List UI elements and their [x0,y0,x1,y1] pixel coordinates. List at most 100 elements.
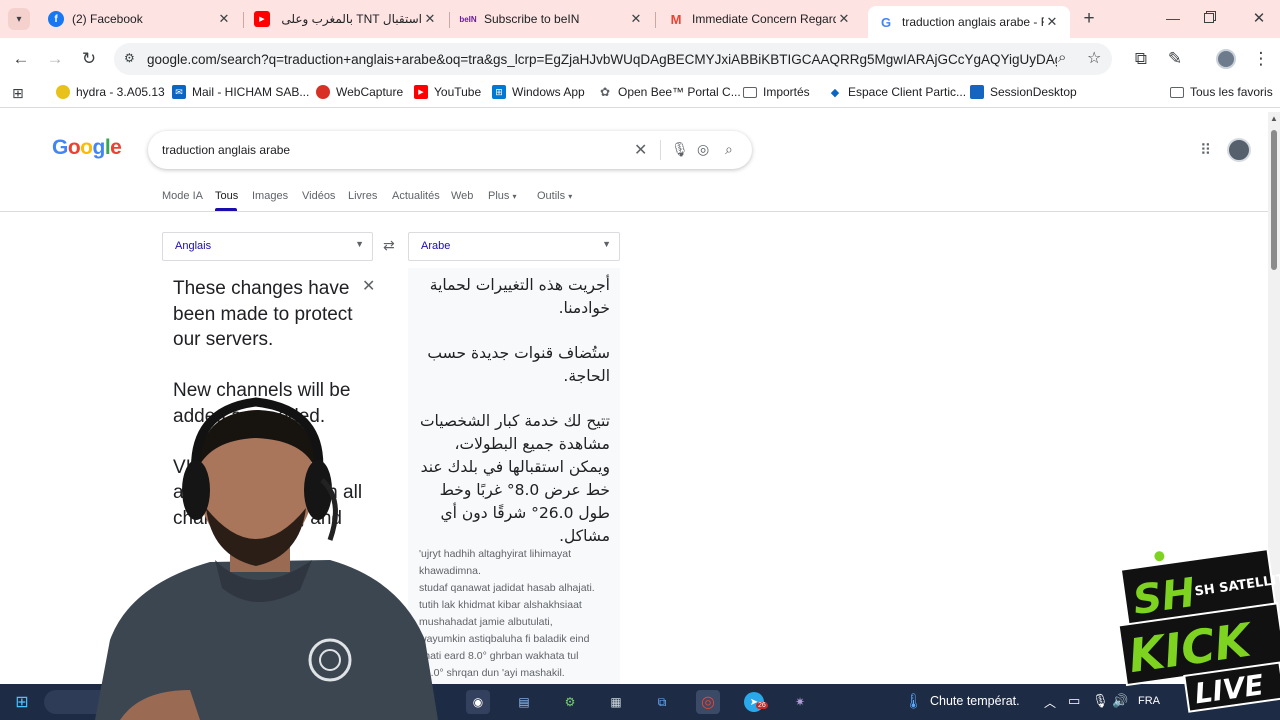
star-icon[interactable]: ☆ [1087,48,1101,68]
bookmark-mail[interactable]: ✉ Mail - HICHAM SAB... [172,85,309,99]
bookmark-webcapture[interactable]: WebCapture [316,85,403,99]
taskbar-app[interactable]: ⚙ [558,690,582,714]
input-language[interactable]: FRA [1138,695,1160,707]
calculator-icon: ▦ [610,695,622,709]
tab-videos[interactable]: Vidéos [302,190,335,202]
app-icon: ◉ [472,695,484,709]
google-apps-icon[interactable]: ⠿ [1200,141,1211,159]
microphone-icon[interactable]: 🎙 [1092,693,1109,709]
minimize-button[interactable]: — [1162,8,1184,30]
windows-logo-icon: ⊞ [15,694,29,711]
puzzle-button[interactable]: ✎ [1162,46,1188,72]
taskbar-search-box[interactable]: pour [44,690,174,714]
search-input[interactable]: traduction anglais arabe [162,143,290,157]
windows-taskbar: ⊞ pour ◉ ▤ ⚙ ▦ ⧉ ◎ ➤ 26 ✷ 🌡 Chute tempér… [0,684,1280,720]
app-icon: ▤ [518,695,530,709]
bookmark-folder-importes[interactable]: Importés [743,85,810,99]
close-icon[interactable]: ✕ [422,11,438,27]
tab-web[interactable]: Web [451,190,473,202]
tab-title: Immediate Concern Regardi [692,12,836,26]
tab-search-button[interactable]: ▾ [8,8,30,30]
taskbar-telegram[interactable]: ➤ 26 [742,690,768,714]
youtube-icon: ▶ [254,11,270,27]
profile-avatar[interactable] [1216,49,1236,69]
swap-languages-button[interactable]: ⇄ [383,237,395,254]
source-language-select[interactable]: Anglais ▼ [162,232,373,261]
bookmark-all-favorites[interactable]: Tous les favoris [1170,85,1273,99]
tab-images[interactable]: Images [252,190,288,202]
logo-text: KICK [1125,612,1257,683]
menu-button[interactable]: ⋮ [1248,46,1274,72]
bookmark-youtube[interactable]: ▶ YouTube [414,85,481,99]
plus-icon: + [1083,8,1095,29]
taskbar-chrome[interactable]: ◎ [696,690,720,714]
network-icon[interactable]: ▭ [1068,693,1080,709]
back-button[interactable]: ← [8,46,34,72]
weather-text[interactable]: Chute températ. [930,694,1020,708]
source-text-panel[interactable]: These changes have been made to protect … [162,268,375,688]
scroll-up-icon[interactable]: ▲ [1270,114,1278,123]
page-scrollbar[interactable]: ▲ [1268,112,1280,684]
taskbar-app[interactable]: ▦ [604,690,628,714]
caret-down-icon: ▼ [602,239,611,249]
source-text[interactable]: These changes have been made to protect … [173,276,373,531]
youtube-icon: ▶ [414,85,428,99]
volume-icon[interactable]: 🔊 [1112,693,1128,709]
chevron-up-icon[interactable]: ︿ [1044,694,1056,711]
close-icon[interactable]: ✕ [362,276,375,296]
lens-icon[interactable]: ◎ [697,141,709,158]
zoom-search-icon[interactable]: ⌕ [1058,49,1066,66]
reload-button[interactable]: ↻ [76,46,102,72]
mic-icon[interactable]: 🎙 [671,141,689,158]
tab-actualites[interactable]: Actualités [392,190,440,202]
tab-google-active[interactable]: G traduction anglais arabe - R ✕ [868,6,1070,38]
bookmarks-bar: ⊞ hydra - 3.A05.13 ✉ Mail - HICHAM SAB...… [0,80,1280,108]
bookmark-openbee[interactable]: ✿ Open Bee™ Portal C... [598,85,741,99]
tab-mode-ia[interactable]: Mode IA [162,190,203,202]
tab-youtube[interactable]: ▶ استقبال TNT بالمغرب وعلى ال ✕ [244,4,448,34]
taskbar-app[interactable]: ⧉ [650,690,674,714]
close-icon: ✕ [1252,10,1266,27]
search-icon[interactable]: ⌕ [725,141,733,158]
extension-icon: ⧉ [1134,49,1148,68]
tab-livres[interactable]: Livres [348,190,377,202]
taskbar-app[interactable]: ✷ [788,690,812,714]
apps-grid-icon[interactable]: ⊞ [12,85,24,102]
logo-text: SH [1130,570,1198,624]
account-avatar[interactable] [1227,138,1251,162]
reload-icon: ↻ [81,49,97,68]
taskbar-app[interactable]: ▤ [512,690,536,714]
google-logo[interactable]: Google [52,136,122,160]
tab-tous[interactable]: Tous [215,190,238,202]
bookmark-espace-client[interactable]: ◆ Espace Client Partic... [828,85,966,99]
tab-outils[interactable]: Outils ▾ [537,190,572,202]
close-icon[interactable]: ✕ [216,11,232,27]
target-language-select[interactable]: Arabe ▼ [408,232,620,261]
start-button[interactable]: ⊞ [10,690,34,714]
scrollbar-thumb[interactable] [1271,130,1277,270]
tab-facebook[interactable]: f (2) Facebook ✕ [38,4,242,34]
close-window-button[interactable]: ✕ [1248,8,1270,30]
search-box[interactable]: traduction anglais arabe ✕ 🎙 ◎ ⌕ [148,131,752,169]
bookmark-hydra[interactable]: hydra - 3.A05.13 [56,85,165,99]
tab-plus[interactable]: Plus ▾ [488,190,516,202]
bookmark-sessiondesktop[interactable]: SessionDesktop [970,85,1077,99]
restore-button[interactable] [1204,11,1218,25]
close-icon[interactable]: ✕ [1044,14,1060,30]
tab-gmail[interactable]: M Immediate Concern Regardi ✕ [658,4,862,34]
translation-panel: أجريت هذه التغييرات لحماية خوادمنا. ستُض… [408,268,620,688]
clear-icon[interactable]: ✕ [634,140,647,160]
address-bar[interactable]: ⚙ google.com/search?q=traduction+anglais… [114,43,1112,75]
forward-button[interactable]: → [42,46,68,72]
taskbar-app[interactable]: ◉ [466,690,490,714]
chrome-icon: ◎ [701,694,715,711]
url-text[interactable]: google.com/search?q=traduction+anglais+a… [147,52,1057,67]
close-icon[interactable]: ✕ [836,11,852,27]
extension-button[interactable]: ⧉ [1128,46,1154,72]
tab-bein[interactable]: beIN Subscribe to beIN ✕ [450,4,654,34]
close-icon[interactable]: ✕ [628,11,644,27]
folder-icon [743,86,757,98]
bookmark-windows-app[interactable]: ⊞ Windows App [492,85,585,99]
new-tab-button[interactable]: + [1078,8,1100,30]
site-info-icon[interactable]: ⚙ [124,51,135,65]
